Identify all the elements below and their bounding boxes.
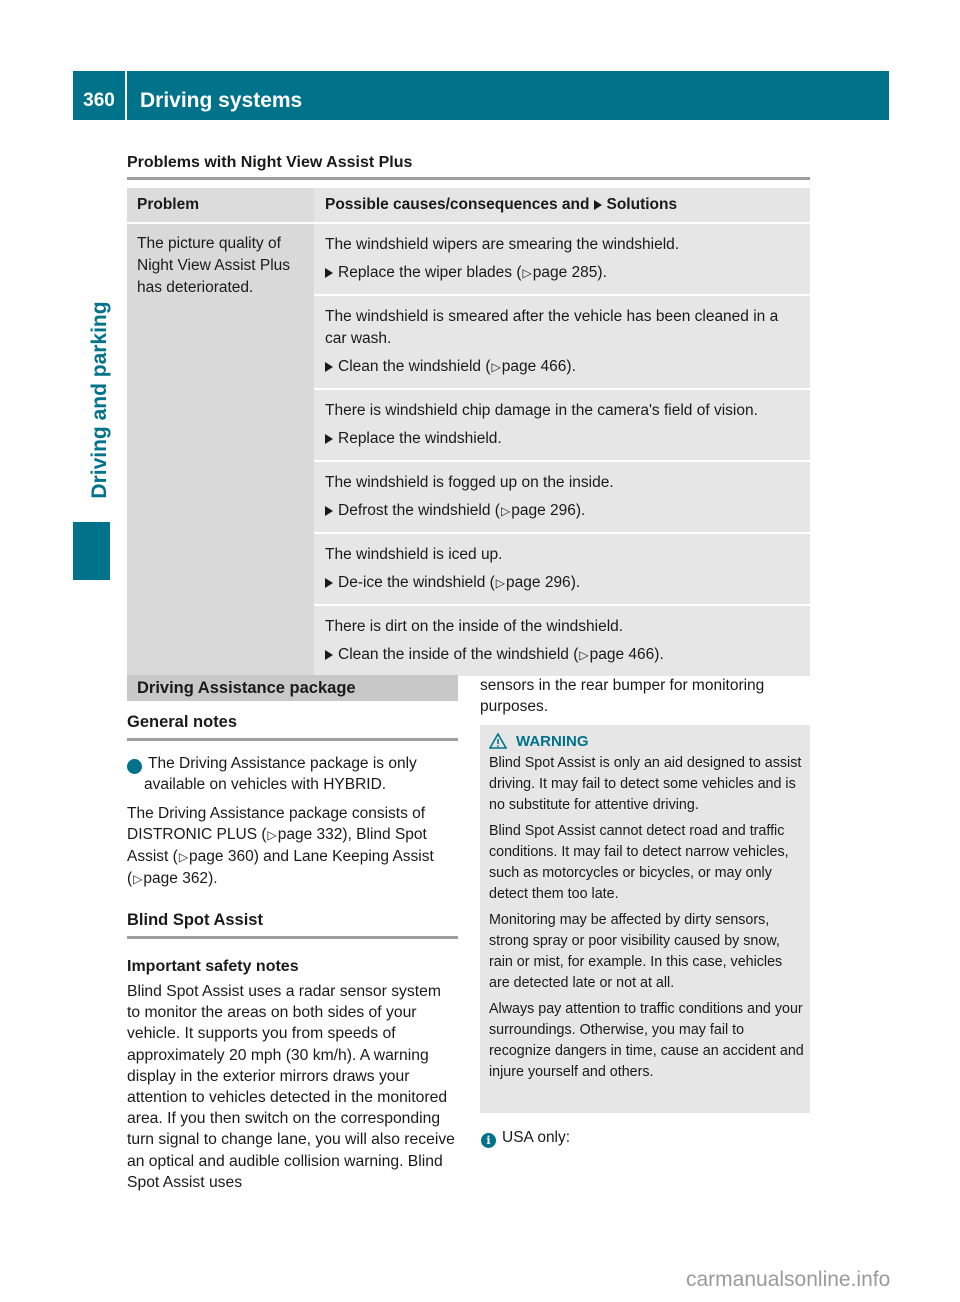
solution-text: Defrost the windshield (▷page 296). — [338, 502, 586, 519]
solution: Clean the inside of the windshield (▷pag… — [325, 644, 804, 666]
page-ref-link[interactable]: page 360 — [189, 848, 254, 865]
info-icon: i — [118, 759, 142, 774]
chapter-title: Driving systems — [140, 89, 303, 112]
page-ref-link[interactable]: page 466 — [502, 358, 567, 375]
solution-text: De-ice the windshield (▷page 296). — [338, 574, 581, 591]
cause-row: The windshield is fogged up on the insid… — [314, 462, 810, 534]
problems-table: Problem Possible causes/consequences and… — [127, 188, 810, 676]
cause-row: There is dirt on the inside of the winds… — [314, 606, 810, 676]
solution: Clean the windshield (▷page 466). — [325, 356, 804, 378]
solution-arrow-icon — [325, 362, 333, 372]
warning-paragraph: Always pay attention to traffic conditio… — [489, 1001, 804, 1080]
left-column: General notes i The Driving Assistance pa… — [118, 712, 458, 1193]
page-ref-link[interactable]: page 466 — [590, 646, 655, 663]
warning-triangle-icon — [489, 733, 507, 749]
safety-text-continued: sensors in the rear bumper for monitorin… — [480, 677, 765, 715]
page-ref-link[interactable]: page 296 — [511, 502, 576, 519]
warning-paragraph: Blind Spot Assist is only an aid designe… — [489, 755, 802, 813]
warning-paragraph: Blind Spot Assist cannot detect road and… — [489, 823, 789, 902]
page-ref-icon: ▷ — [500, 504, 511, 518]
blind-spot-heading: Blind Spot Assist — [127, 910, 458, 939]
cause-text: The windshield is fogged up on the insid… — [325, 474, 614, 491]
section-band-title: Driving Assistance package — [127, 675, 458, 701]
safety-text: Blind Spot Assist uses a radar sensor sy… — [127, 983, 455, 1191]
table-body: The picture quality of Night View Assist… — [127, 224, 810, 676]
column-header-problem: Problem — [137, 196, 200, 213]
solution: De-ice the windshield (▷page 296). — [325, 572, 804, 594]
page-ref-icon: ▷ — [133, 872, 143, 886]
usa-note: i USA only: — [481, 1127, 570, 1148]
column-header-causes: Possible causes/consequences and Solutio… — [314, 188, 810, 222]
solution-arrow-icon — [325, 268, 333, 278]
page-ref-link[interactable]: page 296 — [506, 574, 571, 591]
page-ref-icon: ▷ — [267, 828, 277, 842]
side-tab: Driving and parking — [85, 280, 115, 520]
solution-text: Clean the windshield (▷page 466). — [338, 358, 576, 375]
cause-row: The windshield wipers are smearing the w… — [314, 224, 810, 296]
page-number-text: 360 — [83, 90, 115, 111]
solution-arrow-icon — [325, 578, 333, 588]
info-note-text: The Driving Assistance package is only a… — [144, 755, 417, 793]
solution-arrow-icon — [594, 200, 603, 210]
general-notes-heading: General notes — [127, 712, 458, 741]
causes-cell: The windshield wipers are smearing the w… — [314, 224, 810, 676]
cause-row: The windshield is smeared after the vehi… — [314, 296, 810, 390]
page-ref-link[interactable]: page 362 — [143, 870, 208, 887]
problem-cell: The picture quality of Night View Assist… — [127, 224, 314, 676]
solutions-header-text: Solutions — [606, 196, 678, 213]
package-description: The Driving Assistance package consists … — [127, 805, 434, 887]
solution-text: Replace the wiper blades (▷page 285). — [338, 264, 607, 281]
cause-row: There is windshield chip damage in the c… — [314, 390, 810, 462]
page-ref-icon: ▷ — [522, 266, 532, 280]
section-title: Problems with Night View Assist Plus — [127, 154, 810, 180]
solution: Replace the windshield. — [325, 428, 804, 450]
cause-text: There is dirt on the inside of the winds… — [325, 618, 624, 635]
watermark: carmanualsonline.info — [686, 1268, 891, 1291]
page-ref-link[interactable]: page 285 — [533, 264, 598, 281]
cause-text: The windshield is smeared after the vehi… — [325, 308, 779, 347]
solution-text: Clean the inside of the windshield (▷pag… — [338, 646, 664, 663]
warning-title: WARNING — [489, 729, 804, 753]
safety-notes-heading: Important safety notes — [127, 958, 299, 975]
warning-box: WARNING Blind Spot Assist is only an aid… — [480, 725, 810, 1113]
page-ref-link[interactable]: page 332 — [278, 826, 343, 843]
side-tab-marker — [73, 522, 110, 580]
info-icon: i — [481, 1133, 496, 1148]
solution-arrow-icon — [325, 434, 333, 444]
chapter-header: Driving systems — [127, 71, 889, 120]
cause-row: The windshield is iced up. De-ice the wi… — [314, 534, 810, 606]
page-ref-icon: ▷ — [178, 850, 189, 864]
solution-arrow-icon — [325, 650, 333, 660]
solution: Replace the wiper blades (▷page 285). — [325, 262, 804, 284]
page-ref-icon: ▷ — [579, 648, 589, 662]
warning-paragraph: Monitoring may be affected by dirty sens… — [489, 912, 783, 991]
causes-header-text: Possible causes/consequences and — [325, 196, 590, 213]
page-ref-icon: ▷ — [491, 360, 501, 374]
solution: Defrost the windshield (▷page 296). — [325, 500, 804, 522]
cause-text: The windshield is iced up. — [325, 546, 503, 563]
usa-note-text: USA only: — [502, 1129, 571, 1146]
side-tab-label: Driving and parking — [88, 301, 111, 499]
info-note: i The Driving Assistance package is only … — [118, 753, 458, 795]
cause-text: The windshield wipers are smearing the w… — [325, 236, 680, 253]
page-number: 360 — [73, 71, 125, 120]
page-ref-icon: ▷ — [495, 576, 506, 590]
solution-text: Replace the windshield. — [338, 430, 502, 447]
solution-arrow-icon — [325, 506, 333, 516]
table-header: Problem Possible causes/consequences and… — [127, 188, 810, 224]
cause-text: There is windshield chip damage in the c… — [325, 402, 758, 419]
warning-label: WARNING — [516, 732, 589, 750]
